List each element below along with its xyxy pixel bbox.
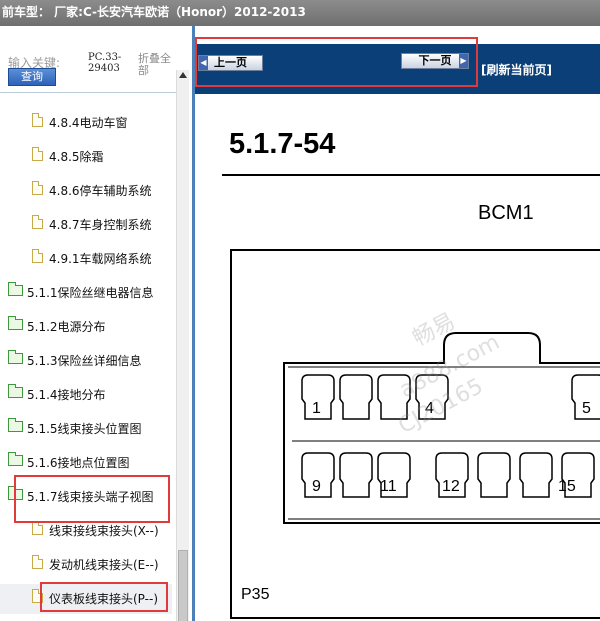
query-button[interactable]: 查询: [8, 68, 56, 86]
tree-item[interactable]: 4.8.5除霜: [0, 142, 172, 172]
code-display: PC.33- 29403: [88, 52, 134, 74]
code-line-1: PC.33-: [88, 52, 122, 63]
sidebar-tree-panel: 输入关键: 查询 PC.33- 29403 折叠全 部 4.8.4电动车窗 4.…: [0, 26, 192, 621]
document-icon: [32, 181, 43, 195]
tree-folder-label: 5.1.2电源分布: [27, 320, 106, 334]
document-icon: [32, 215, 43, 229]
tree-folder-label: 5.1.6接地点位置图: [27, 456, 130, 470]
tree-item-label: 4.9.1车载网络系统: [49, 252, 152, 266]
connector-title: BCM1: [478, 202, 534, 224]
pin-label: 5: [582, 400, 591, 417]
document-icon: [32, 555, 43, 569]
search-area: 输入关键: 查询 PC.33- 29403 折叠全 部: [0, 26, 180, 90]
document-view: 5.1.7-54 BCM1 1 4 5 9 11 12 15 P35 畅易 a8…: [195, 94, 600, 621]
folder-icon: [8, 418, 23, 432]
tree-folder-label: 5.1.1保险丝继电器信息: [27, 286, 154, 300]
pin-label: 11: [380, 478, 397, 495]
tree-item[interactable]: 发动机线束接头(E--): [0, 550, 172, 580]
folder-icon: [8, 316, 23, 330]
window-title: 前车型： 厂家:C-长安汽车欧诺（Honor）2012-2013: [0, 0, 600, 26]
connector-diagram: 1 4 5 9 11 12 15: [283, 332, 600, 524]
pin-label: 1: [312, 400, 321, 417]
connector-id-label: P35: [241, 586, 270, 603]
code-line-2: 29403: [88, 63, 120, 74]
highlight-box-item: [40, 582, 168, 612]
folder-icon: [8, 350, 23, 364]
document-icon: [32, 113, 43, 127]
document-icon: [32, 147, 43, 161]
tree-folder-label: 5.1.5线束接头位置图: [27, 422, 142, 436]
tree-item[interactable]: 4.9.1车载网络系统: [0, 244, 172, 274]
tree-item-label: 4.8.5除霜: [49, 150, 104, 164]
tree-folder[interactable]: 5.1.6接地点位置图: [0, 448, 172, 478]
tree-item-label: 线束接线束接头(X--): [49, 524, 159, 538]
sidebar-separator: [0, 92, 180, 93]
highlight-box-folder: [14, 475, 170, 523]
tree-item-label: 4.8.7车身控制系统: [49, 218, 152, 232]
tree-folder[interactable]: 5.1.1保险丝继电器信息: [0, 278, 172, 308]
tree-item[interactable]: 4.8.4电动车窗: [0, 108, 172, 138]
document-icon: [32, 249, 43, 263]
refresh-page-link[interactable]: [刷新当前页]: [481, 61, 552, 78]
page-code-heading: 5.1.7-54: [229, 128, 336, 160]
pin-label: 15: [558, 478, 576, 495]
tree-item-label: 4.8.4电动车窗: [49, 116, 128, 130]
pin-label: 9: [312, 478, 321, 495]
tree-folder-label: 5.1.3保险丝详细信息: [27, 354, 142, 368]
heading-rule: [222, 174, 600, 176]
folder-icon: [8, 452, 23, 466]
tree-folder[interactable]: 5.1.3保险丝详细信息: [0, 346, 172, 376]
highlight-box-nav: [195, 37, 478, 87]
scroll-thumb[interactable]: [178, 550, 188, 621]
tree-folder[interactable]: 5.1.5线束接头位置图: [0, 414, 172, 444]
tree-folder[interactable]: 5.1.4接地分布: [0, 380, 172, 410]
folder-icon: [8, 384, 23, 398]
document-icon: [32, 521, 43, 535]
folder-icon: [8, 282, 23, 296]
scroll-up-icon[interactable]: [179, 72, 187, 78]
pin-label: 12: [442, 478, 460, 495]
tree-item[interactable]: 4.8.7车身控制系统: [0, 210, 172, 240]
tree-folder[interactable]: 5.1.2电源分布: [0, 312, 172, 342]
tree-item[interactable]: 4.8.6停车辅助系统: [0, 176, 172, 206]
collapse-line-2: 部: [138, 64, 149, 77]
tree-item-label: 发动机线束接头(E--): [49, 558, 159, 572]
collapse-all-link[interactable]: 折叠全 部: [138, 53, 178, 77]
tree-folder-label: 5.1.4接地分布: [27, 388, 106, 402]
sidebar-scrollbar[interactable]: [176, 70, 189, 621]
tree-item-label: 4.8.6停车辅助系统: [49, 184, 152, 198]
